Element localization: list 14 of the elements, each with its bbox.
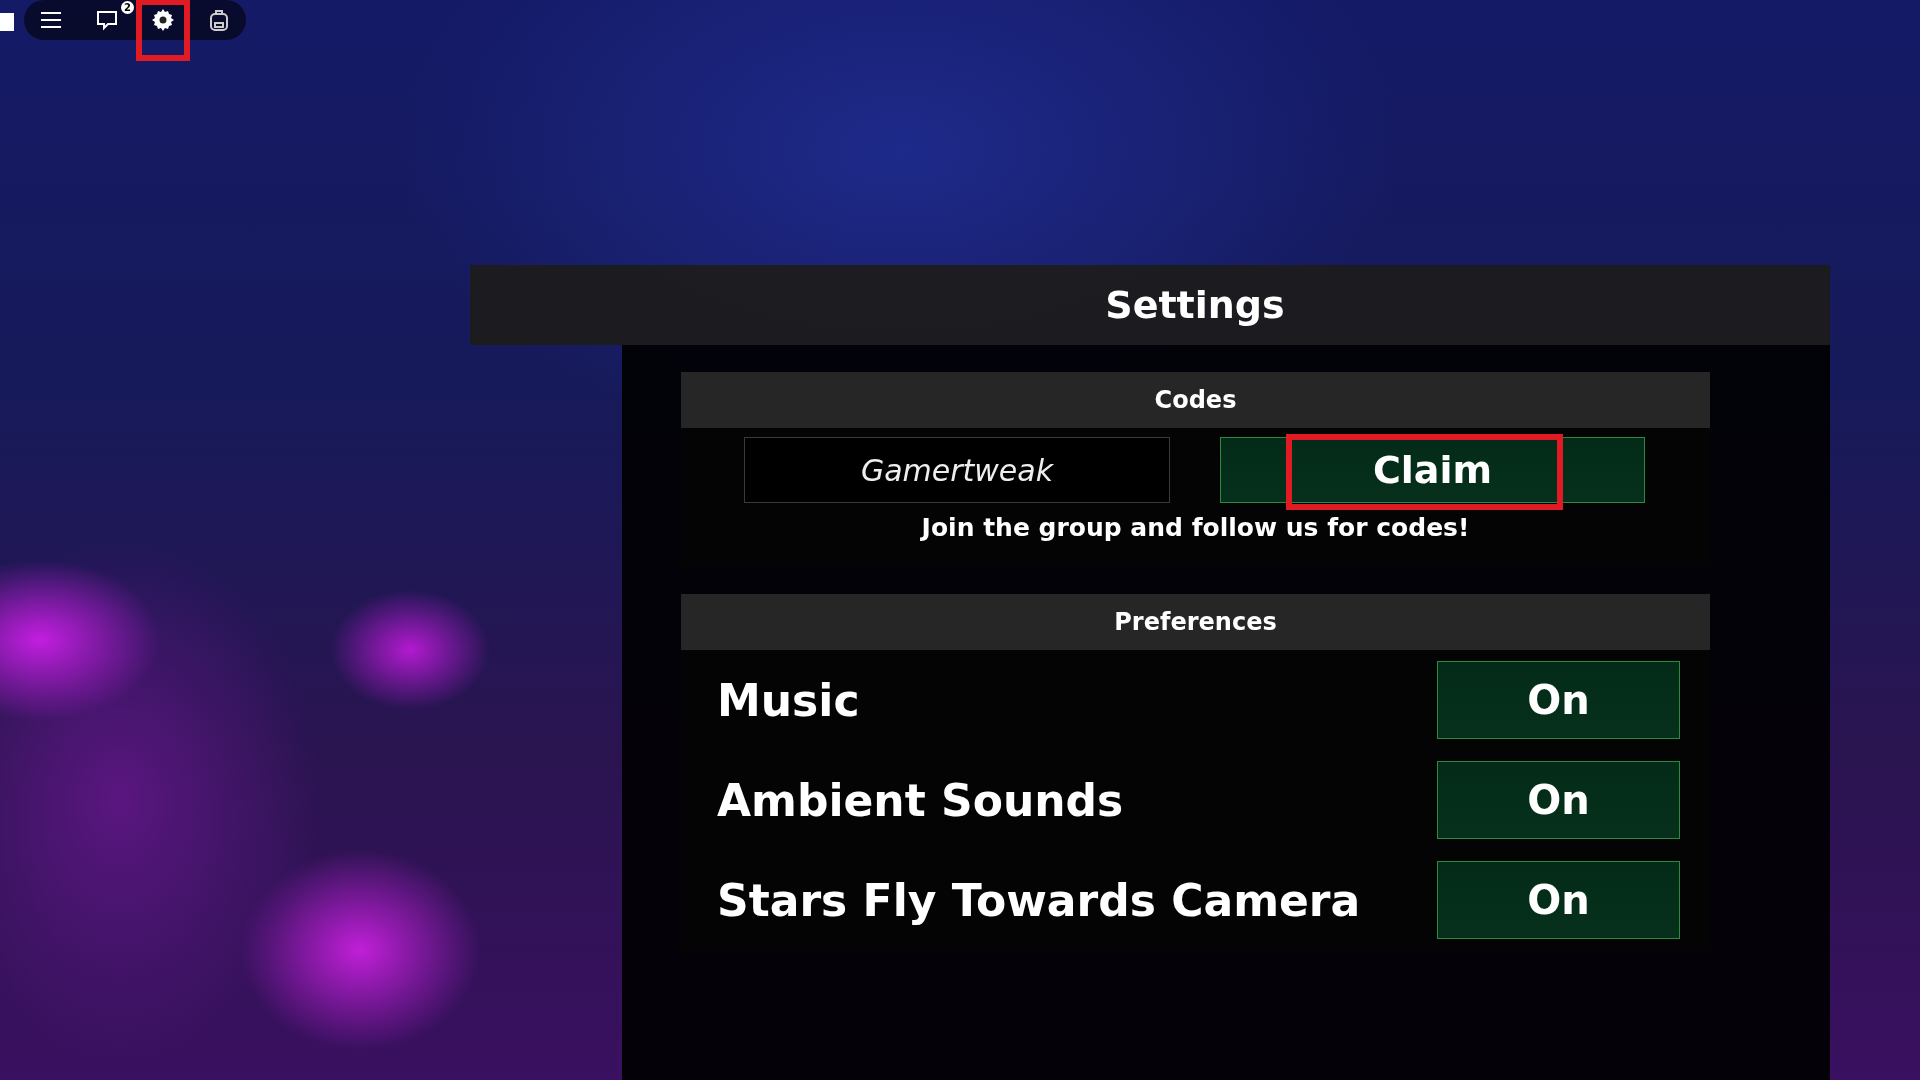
section-heading: Preferences [681, 594, 1710, 650]
preference-label: Music [717, 674, 860, 726]
codes-hint: Join the group and follow us for codes! [919, 513, 1471, 542]
section-heading: Codes [681, 372, 1710, 428]
code-input-field[interactable]: Gamertweak [744, 437, 1170, 503]
toggle-button[interactable]: On [1437, 861, 1680, 939]
claim-button[interactable]: Claim [1220, 437, 1645, 503]
toggle-button[interactable]: On [1437, 761, 1680, 839]
preference-label: Ambient Sounds [717, 774, 1124, 826]
notification-badge: 2 [121, 1, 134, 14]
preference-label: Stars Fly Towards Camera [717, 874, 1361, 926]
settings-icon[interactable] [150, 7, 176, 33]
panel-title: Settings [1105, 283, 1285, 327]
toggle-button[interactable]: On [1437, 661, 1680, 739]
